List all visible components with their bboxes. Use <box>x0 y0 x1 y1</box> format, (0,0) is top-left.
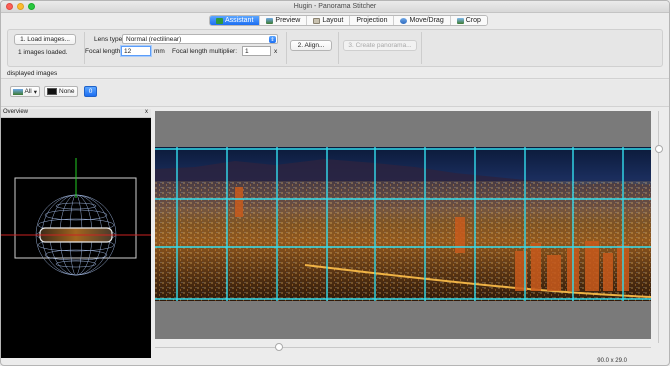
assistant-icon <box>216 17 223 24</box>
tab-move-drag[interactable]: Move/Drag <box>394 16 451 25</box>
divider <box>1 106 669 107</box>
focal-length-unit: mm <box>154 48 165 55</box>
show-none-button[interactable]: None <box>44 86 78 97</box>
preview-icon <box>266 17 274 24</box>
fast-preview-area[interactable] <box>155 111 651 339</box>
divider <box>421 32 422 64</box>
overview-sphere <box>1 158 151 276</box>
slider-thumb[interactable] <box>275 343 283 351</box>
align-button[interactable]: 2. Align... <box>290 40 332 51</box>
focal-length-input[interactable]: 12 <box>121 46 151 56</box>
divider <box>1 78 669 79</box>
title-bar: Hugin - Panorama Stitcher <box>1 1 669 13</box>
tab-label: Layout <box>322 17 344 24</box>
chevron-down-icon: ▾ <box>33 88 37 96</box>
multiplier-label: Focal length multiplier: <box>172 48 238 55</box>
show-none-icon <box>47 88 57 95</box>
lens-type-value: Normal (rectilinear) <box>126 35 182 43</box>
tab-layout[interactable]: Layout <box>307 16 351 25</box>
divider <box>286 32 287 64</box>
vertical-fov-slider[interactable] <box>655 111 663 343</box>
slider-thumb[interactable] <box>655 145 663 153</box>
tab-crop[interactable]: Crop <box>450 16 487 25</box>
displayed-images-label: displayed images <box>7 70 58 77</box>
tab-bar: Assistant Preview Layout Projection Move… <box>209 15 488 26</box>
image-0-toggle[interactable]: 0 <box>84 86 97 97</box>
tab-label: Crop <box>465 17 481 24</box>
lens-type-label: Lens type: <box>94 36 124 43</box>
app-window: Hugin - Panorama Stitcher Assistant Prev… <box>0 0 670 366</box>
multiplier-input[interactable]: 1 <box>242 46 271 56</box>
fov-readout: 90.0 x 29.0 <box>597 358 627 364</box>
displayed-images-bar: All ▾ None 0 <box>1 80 669 106</box>
status-bar: 90.0 x 29.0 <box>1 355 669 365</box>
crop-icon <box>456 17 464 24</box>
slider-track <box>155 347 651 348</box>
overview-label: Overview <box>3 109 29 115</box>
tab-projection[interactable]: Projection <box>350 16 395 25</box>
show-all-label: All <box>24 88 32 95</box>
layout-icon <box>313 17 321 24</box>
move-drag-icon <box>400 17 408 24</box>
panorama-render <box>155 147 651 301</box>
load-images-button[interactable]: 1. Load images... <box>14 34 76 45</box>
show-all-icon <box>13 88 23 95</box>
window-title: Hugin - Panorama Stitcher <box>293 3 377 10</box>
assistant-panel: 1. Load images... 1 images loaded. Lens … <box>7 29 663 67</box>
overview-close-button[interactable]: x <box>145 109 148 115</box>
images-loaded-text: 1 images loaded. <box>18 49 68 56</box>
tab-label: Projection <box>356 17 388 24</box>
show-all-button[interactable]: All ▾ <box>10 86 40 97</box>
focal-length-label: Focal length: <box>85 48 123 55</box>
panorama-image <box>155 147 651 301</box>
overview-panel[interactable] <box>1 118 151 358</box>
horizontal-fov-slider[interactable] <box>155 343 651 351</box>
lens-type-select[interactable]: Normal (rectilinear) ⇕ <box>122 34 278 44</box>
tab-label: Preview <box>275 17 301 24</box>
overview-header: Overview x <box>1 109 151 118</box>
divider <box>338 32 339 64</box>
chevron-updown-icon: ⇕ <box>269 36 276 43</box>
tab-preview[interactable]: Preview <box>260 16 308 25</box>
tab-assistant[interactable]: Assistant <box>210 16 261 25</box>
multiplier-unit: x <box>274 48 278 55</box>
show-none-label: None <box>59 88 75 95</box>
tab-label: Move/Drag <box>409 17 444 24</box>
tab-label: Assistant <box>225 17 254 24</box>
create-panorama-button: 3. Create panorama... <box>343 40 417 51</box>
